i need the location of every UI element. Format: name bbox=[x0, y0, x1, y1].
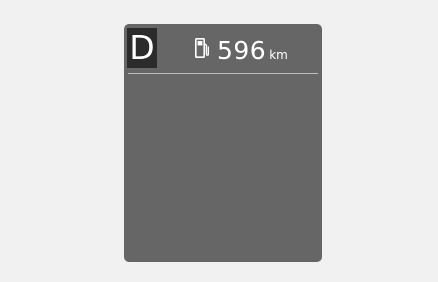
gear-indicator: D bbox=[127, 28, 157, 68]
range-value: 596 bbox=[217, 36, 267, 65]
gear-position-label: D bbox=[129, 28, 155, 67]
driving-range: 596 km bbox=[217, 31, 288, 71]
main-display-area bbox=[124, 75, 322, 262]
divider bbox=[128, 73, 318, 74]
instrument-display: D 596 km bbox=[124, 24, 322, 262]
range-unit: km bbox=[269, 48, 288, 62]
fuel-pump-icon bbox=[195, 38, 209, 58]
